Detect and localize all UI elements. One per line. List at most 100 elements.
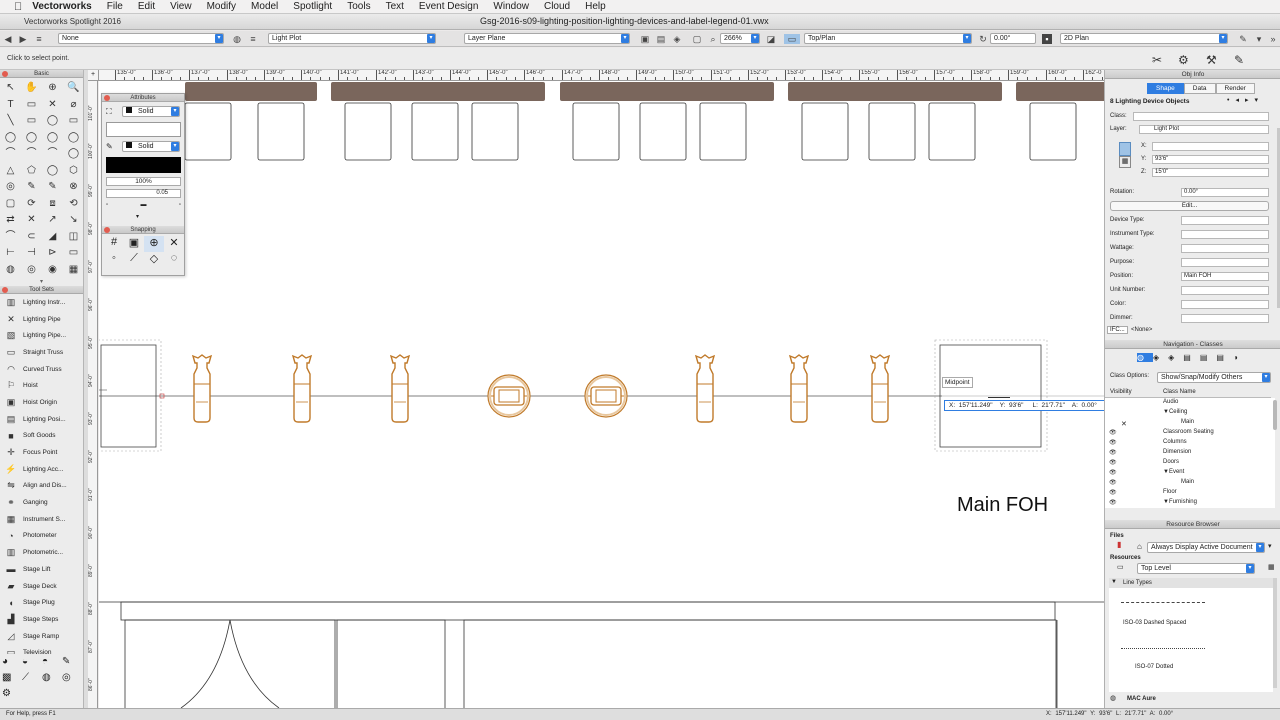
ellipsoidal-fixture[interactable] (788, 354, 810, 423)
basic-tool-icon[interactable]: T (0, 97, 21, 114)
start-marker-icon[interactable]: ▫ (106, 202, 108, 211)
menu-help[interactable]: Help (585, 1, 606, 12)
snap-tangent-icon[interactable]: ◇ (144, 252, 164, 268)
class-row[interactable]: 👁 Columns (1105, 438, 1271, 448)
basic-tool-icon[interactable]: ◯ (63, 146, 84, 163)
building-shell-toolset-icon[interactable]: ◒ (22, 656, 42, 672)
snap-distance-icon[interactable]: ◦ (104, 252, 124, 268)
menu-cloud[interactable]: Cloud (544, 1, 570, 12)
basic-collapse-icon[interactable]: ▾ (0, 278, 83, 286)
wrench-icon[interactable]: ⚒ (1206, 53, 1217, 67)
par-fixture[interactable] (487, 374, 531, 418)
home-icon[interactable]: ⌂ (1137, 542, 1142, 551)
basic-tool-icon[interactable]: ↗ (42, 212, 63, 229)
files-menu-icon[interactable]: ▾ (1268, 542, 1272, 550)
toolset-item[interactable]: ▣ Hoist Origin (0, 394, 83, 411)
eye-icon[interactable]: 👁 (1109, 449, 1117, 456)
obj-field-value[interactable] (1181, 216, 1269, 225)
top-plan-icon[interactable]: ▭ (784, 34, 800, 44)
detailing-toolset-icon[interactable]: ✎ (62, 656, 82, 672)
basic-tool-icon[interactable]: △ (0, 163, 21, 180)
toolset-item[interactable]: ✛ Focus Point (0, 444, 83, 461)
basic-tool-icon[interactable]: ▭ (63, 113, 84, 130)
pencil-icon[interactable]: ✎ (1234, 53, 1244, 67)
snap-angle-icon[interactable]: ⟋ (124, 252, 144, 268)
close-icon[interactable] (104, 95, 110, 101)
gear-icon[interactable]: ⚙ (1178, 53, 1189, 67)
misc-toolset-icon[interactable]: ⚙ (2, 688, 22, 704)
class-row[interactable]: 👁 ▼Furnishing (1105, 498, 1271, 508)
close-icon[interactable] (104, 227, 110, 233)
toolset-item[interactable]: ▬ Stage Lift (0, 561, 83, 578)
app-menu[interactable]: Vectorworks (32, 1, 91, 12)
toolset-item[interactable]: ◿ Stage Ramp (0, 628, 83, 645)
basic-tool-icon[interactable]: ⧈ (42, 196, 63, 213)
paint-icon[interactable]: ✎ (1238, 34, 1248, 44)
toolset-item[interactable]: ▟ Stage Steps (0, 611, 83, 628)
toolset-item[interactable]: ▧ Lighting Pipe... (0, 327, 83, 344)
resources-grid-icon[interactable]: ▦ (1268, 563, 1275, 571)
zoom-icon[interactable]: ⌕ (708, 34, 718, 44)
ellipsoidal-fixture[interactable] (389, 354, 411, 423)
class-row[interactable]: 👁 Dimension (1105, 448, 1271, 458)
rotate-plan-icon[interactable]: ↻ (978, 34, 988, 44)
expand-icon[interactable]: » (1268, 34, 1278, 44)
x-field[interactable] (1152, 142, 1269, 151)
save-view-icon[interactable]: ▣ (640, 34, 650, 44)
origin-icon[interactable]: ▦ (1119, 156, 1131, 168)
class-visibility-icon[interactable]: ≡ (34, 34, 44, 44)
toolset-item[interactable]: ▭ Television (0, 644, 83, 654)
opacity-field[interactable]: 100% (106, 177, 181, 186)
snap-intersection-icon[interactable]: ✕ (164, 236, 184, 252)
print-area-icon[interactable]: ▤ (656, 34, 666, 44)
view-menu-icon[interactable]: ▾ (1254, 34, 1264, 44)
site-toolset-icon[interactable]: ◓ (42, 656, 62, 672)
class-row[interactable]: 👁 Floor (1105, 488, 1271, 498)
basic-tool-icon[interactable]: ◯ (63, 130, 84, 147)
tab-data[interactable]: Data (1183, 83, 1216, 94)
basic-tool-icon[interactable]: ⌒ (0, 146, 21, 163)
toolset-item[interactable]: ▦ Instrument S... (0, 511, 83, 528)
basic-tool-icon[interactable]: ✎ (21, 179, 42, 196)
tab-shape[interactable]: Shape (1147, 83, 1184, 94)
basic-tool-icon[interactable]: ⟳ (21, 196, 42, 213)
par-fixture[interactable] (584, 374, 628, 418)
basic-tool-icon[interactable]: ⊳ (42, 245, 63, 262)
line-types-group[interactable]: Line Types (1109, 578, 1273, 588)
basic-tool-icon[interactable]: ⇄ (0, 212, 21, 229)
back-icon[interactable]: ◀ (3, 34, 13, 44)
basic-tool-icon[interactable]: ⬠ (21, 163, 42, 180)
menu-tools[interactable]: Tools (347, 1, 370, 12)
class-row[interactable]: 👁 Classroom Seating (1105, 428, 1271, 438)
basic-tool-icon[interactable]: ◯ (42, 163, 63, 180)
basic-tool-icon[interactable]: ⊂ (21, 229, 42, 246)
basic-tool-icon[interactable]: ⊢ (0, 245, 21, 262)
forward-icon[interactable]: ▶ (18, 34, 28, 44)
current-view-select[interactable]: Top/Plan ▾ (804, 33, 972, 44)
working-plane-select[interactable]: Layer Plane ▾ (464, 33, 630, 44)
line-weight-field[interactable]: 0.05 (106, 189, 181, 198)
resource-item[interactable]: ISO-03 Dashed Spaced (1123, 620, 1186, 626)
position-box-icon[interactable] (1119, 142, 1131, 156)
spotlight-toolset-icon[interactable]: ◕ (2, 656, 22, 672)
edit-button[interactable]: Edit... (1110, 201, 1269, 211)
eye-icon[interactable]: 👁 (1109, 469, 1117, 476)
snap-grid-icon[interactable]: # (104, 236, 124, 252)
basic-tool-icon[interactable]: ◯ (0, 130, 21, 147)
basic-tool-icon[interactable]: ▭ (63, 245, 84, 262)
class-row[interactable]: ▼Ceiling (1105, 408, 1271, 418)
snap-points-icon[interactable]: ▣ (124, 236, 144, 252)
folder-icon[interactable]: ▭ (1117, 563, 1124, 571)
basic-tool-icon[interactable]: ◫ (63, 229, 84, 246)
zoom-field[interactable]: 266% ▾ (720, 33, 760, 44)
toolset-item[interactable]: ⚭ Ganging (0, 494, 83, 511)
eye-icon[interactable]: 👁 (1109, 459, 1117, 466)
basic-tool-icon[interactable]: ▢ (0, 196, 21, 213)
plan-rotation-field[interactable]: 0.00° (990, 33, 1036, 44)
ifc-button[interactable]: IFC... (1107, 326, 1128, 334)
basic-tool-icon[interactable]: ⌒ (21, 146, 42, 163)
class-field[interactable] (1133, 112, 1269, 121)
selection-nav-icons[interactable]: •◂▸▾ (1227, 96, 1264, 104)
obj-field-value[interactable] (1181, 244, 1269, 253)
event-toolset-icon[interactable]: ◎ (62, 672, 82, 688)
